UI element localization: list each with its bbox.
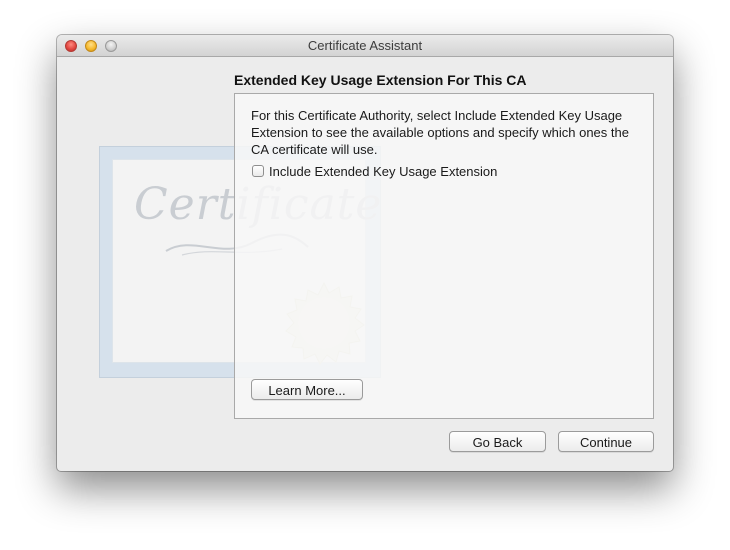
certificate-assistant-window: Certificate Assistant Certificate Extend… bbox=[57, 35, 673, 471]
include-eku-label[interactable]: Include Extended Key Usage Extension bbox=[269, 164, 497, 179]
go-back-button[interactable]: Go Back bbox=[449, 431, 546, 452]
include-eku-option[interactable]: Include Extended Key Usage Extension bbox=[252, 163, 497, 179]
page-heading: Extended Key Usage Extension For This CA bbox=[234, 72, 527, 88]
description-text: For this Certificate Authority, select I… bbox=[251, 108, 629, 157]
include-eku-checkbox[interactable] bbox=[252, 165, 264, 177]
content-panel: For this Certificate Authority, select I… bbox=[234, 93, 654, 419]
learn-more-button[interactable]: Learn More... bbox=[251, 379, 363, 400]
continue-button[interactable]: Continue bbox=[558, 431, 654, 452]
window-title: Certificate Assistant bbox=[307, 38, 423, 53]
title-bar[interactable]: Certificate Assistant bbox=[57, 35, 673, 57]
